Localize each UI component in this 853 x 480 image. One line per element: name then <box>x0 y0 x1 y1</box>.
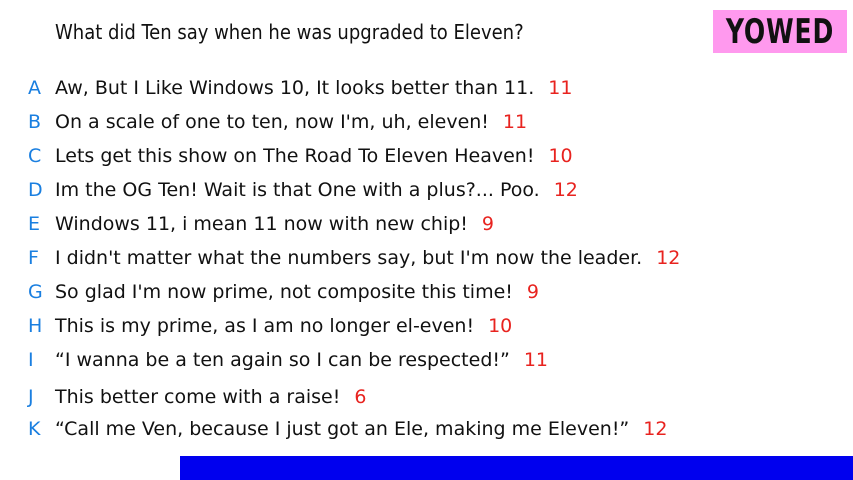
answer-text-wrap: “Call me Ven, because I just got an Ele,… <box>55 418 667 440</box>
answer-text-wrap: I didn't matter what the numbers say, bu… <box>55 247 680 269</box>
answer-text: Im the OG Ten! Wait is that One with a p… <box>55 179 540 201</box>
answer-text-wrap: Lets get this show on The Road To Eleven… <box>55 145 573 167</box>
question-title: What did Ten say when he was upgraded to… <box>55 20 524 44</box>
answer-letter: C <box>28 145 42 167</box>
answer-text-wrap: “I wanna be a ten again so I can be resp… <box>55 349 548 371</box>
answer-text: “Call me Ven, because I just got an Ele,… <box>55 418 630 440</box>
answer-text-wrap: Windows 11, i mean 11 now with new chip!… <box>55 213 494 235</box>
answer-text: So glad I'm now prime, not composite thi… <box>55 281 513 303</box>
answer-text: This is my prime, as I am no longer el-e… <box>55 315 475 337</box>
answer-score: 9 <box>481 213 495 235</box>
answer-letter: J <box>28 386 34 408</box>
answer-text-wrap: On a scale of one to ten, now I'm, uh, e… <box>55 111 527 133</box>
answer-text-wrap: Im the OG Ten! Wait is that One with a p… <box>55 179 578 201</box>
answer-score: 12 <box>553 179 578 201</box>
badge-label: YOWED <box>725 11 835 52</box>
answer-text: This better come with a raise! <box>55 386 341 408</box>
answer-letter: G <box>28 281 43 303</box>
answer-letter: B <box>28 111 42 133</box>
bottom-bar <box>180 456 853 480</box>
answer-score: 11 <box>548 77 573 99</box>
answer-letter: E <box>28 213 41 235</box>
answer-score: 11 <box>502 111 528 133</box>
answer-text-wrap: So glad I'm now prime, not composite thi… <box>55 281 539 303</box>
answer-score: 6 <box>354 386 367 408</box>
answer-text: On a scale of one to ten, now I'm, uh, e… <box>55 111 489 133</box>
answer-text: “I wanna be a ten again so I can be resp… <box>55 349 510 371</box>
answer-text-wrap: This is my prime, as I am no longer el-e… <box>55 315 512 337</box>
answer-score: 10 <box>488 315 513 337</box>
answer-letter: F <box>28 247 39 269</box>
answer-letter: K <box>28 418 41 440</box>
answer-text-wrap: This better come with a raise! 6 <box>55 386 366 408</box>
yowed-badge: YOWED <box>713 10 847 53</box>
answer-score: 10 <box>548 145 573 167</box>
answer-text: Aw, But I Like Windows 10, It looks bett… <box>55 77 535 99</box>
answer-score: 9 <box>526 281 539 303</box>
answer-text-wrap: Aw, But I Like Windows 10, It looks bett… <box>55 77 572 99</box>
answer-letter: H <box>28 315 43 337</box>
answer-score: 12 <box>656 247 681 269</box>
answer-score: 11 <box>523 349 549 371</box>
answer-letter: I <box>28 349 34 371</box>
answer-score: 12 <box>643 418 668 440</box>
answer-text: I didn't matter what the numbers say, bu… <box>55 247 643 269</box>
answer-text: Windows 11, i mean 11 now with new chip! <box>55 213 468 235</box>
answer-letter: A <box>28 77 41 99</box>
answer-text: Lets get this show on The Road To Eleven… <box>55 145 535 167</box>
answer-letter: D <box>28 179 43 201</box>
